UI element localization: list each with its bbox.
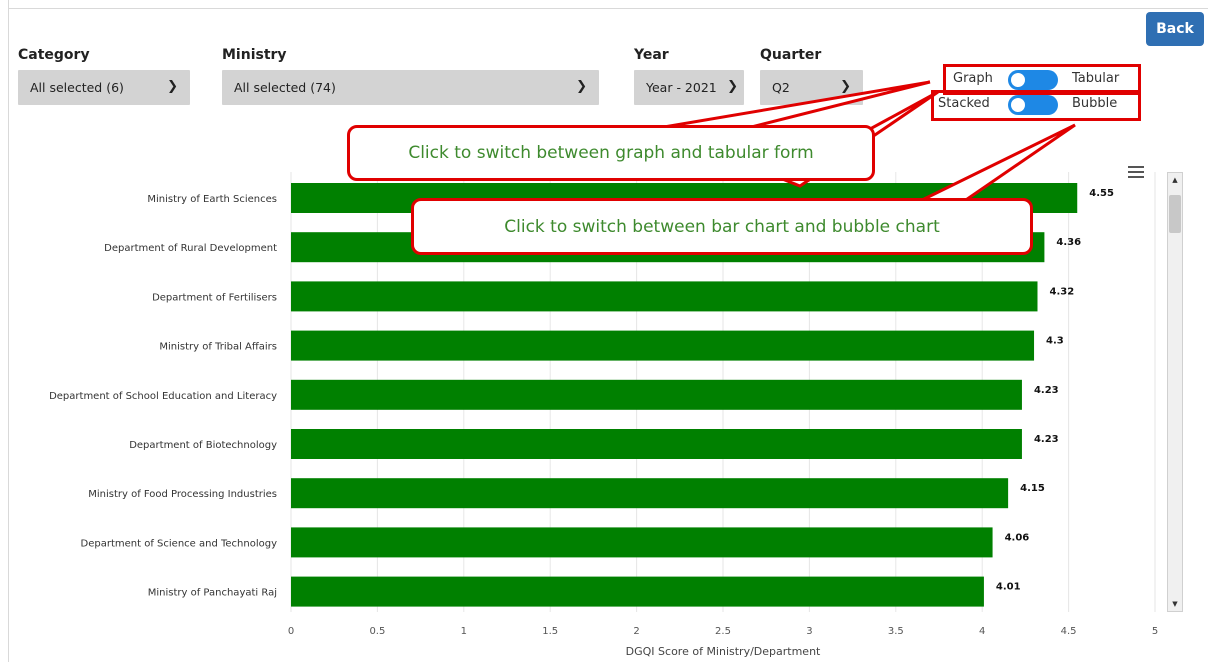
category-label: Department of Science and Technology	[81, 538, 278, 549]
x-tick-label: 0	[288, 626, 294, 637]
x-tick-label: 5	[1152, 626, 1158, 637]
bar[interactable]	[291, 478, 1009, 509]
category-label: Ministry of Tribal Affairs	[159, 342, 277, 353]
data-label: 4.23	[1034, 385, 1059, 396]
data-label: 4.23	[1034, 434, 1059, 445]
category-label: Department of Rural Development	[104, 243, 277, 254]
x-tick-label: 1	[461, 626, 467, 637]
bar[interactable]	[291, 330, 1035, 361]
category-label: Department of Fertilisers	[152, 292, 277, 303]
tabular-label: Tabular	[1072, 71, 1120, 86]
data-label: 4.06	[1005, 532, 1030, 543]
x-tick-label: 2.5	[715, 626, 731, 637]
bar[interactable]	[291, 379, 1022, 410]
x-axis-title: DGQI Score of Ministry/Department	[626, 645, 821, 658]
x-tick-label: 4.5	[1061, 626, 1077, 637]
scroll-down-icon[interactable]: ▼	[1168, 597, 1182, 611]
toggle-knob	[1011, 73, 1025, 87]
chart-type-hint: Click to switch between bar chart and bu…	[411, 198, 1033, 255]
bar[interactable]	[291, 527, 993, 558]
scroll-up-icon[interactable]: ▲	[1168, 173, 1182, 187]
bar[interactable]	[291, 576, 984, 607]
category-label: Department of School Education and Liter…	[49, 391, 277, 402]
view-toggle-hint: Click to switch between graph and tabula…	[347, 125, 875, 181]
view-toggle-switch[interactable]	[1008, 70, 1058, 90]
chart-scrollbar[interactable]: ▲ ▼	[1167, 172, 1183, 612]
toggle-knob	[1011, 98, 1025, 112]
x-tick-label: 0.5	[369, 626, 385, 637]
data-label: 4.55	[1089, 188, 1114, 199]
graph-label: Graph	[953, 71, 993, 86]
data-label: 4.3	[1046, 336, 1064, 347]
category-label: Ministry of Food Processing Industries	[88, 489, 277, 500]
stacked-label: Stacked	[938, 96, 990, 111]
data-label: 4.32	[1049, 286, 1074, 297]
chart-type-toggle-switch[interactable]	[1008, 95, 1058, 115]
data-label: 4.15	[1020, 483, 1045, 494]
category-label: Ministry of Panchayati Raj	[148, 588, 277, 599]
bubble-label: Bubble	[1072, 96, 1118, 111]
chart-menu-icon[interactable]	[1128, 166, 1144, 178]
x-tick-label: 2	[633, 626, 639, 637]
x-tick-label: 3.5	[888, 626, 904, 637]
chart-type-hint-text: Click to switch between bar chart and bu…	[504, 216, 940, 237]
x-tick-label: 4	[979, 626, 985, 637]
data-label: 4.01	[996, 582, 1021, 593]
view-toggle-hint-text: Click to switch between graph and tabula…	[408, 143, 814, 163]
category-label: Ministry of Earth Sciences	[147, 194, 277, 205]
x-tick-label: 3	[806, 626, 812, 637]
bar[interactable]	[291, 429, 1022, 459]
bar[interactable]	[291, 281, 1038, 312]
x-tick-label: 1.5	[542, 626, 558, 637]
scroll-thumb[interactable]	[1169, 195, 1181, 233]
category-label: Department of Biotechnology	[129, 440, 277, 451]
data-label: 4.36	[1056, 237, 1081, 248]
